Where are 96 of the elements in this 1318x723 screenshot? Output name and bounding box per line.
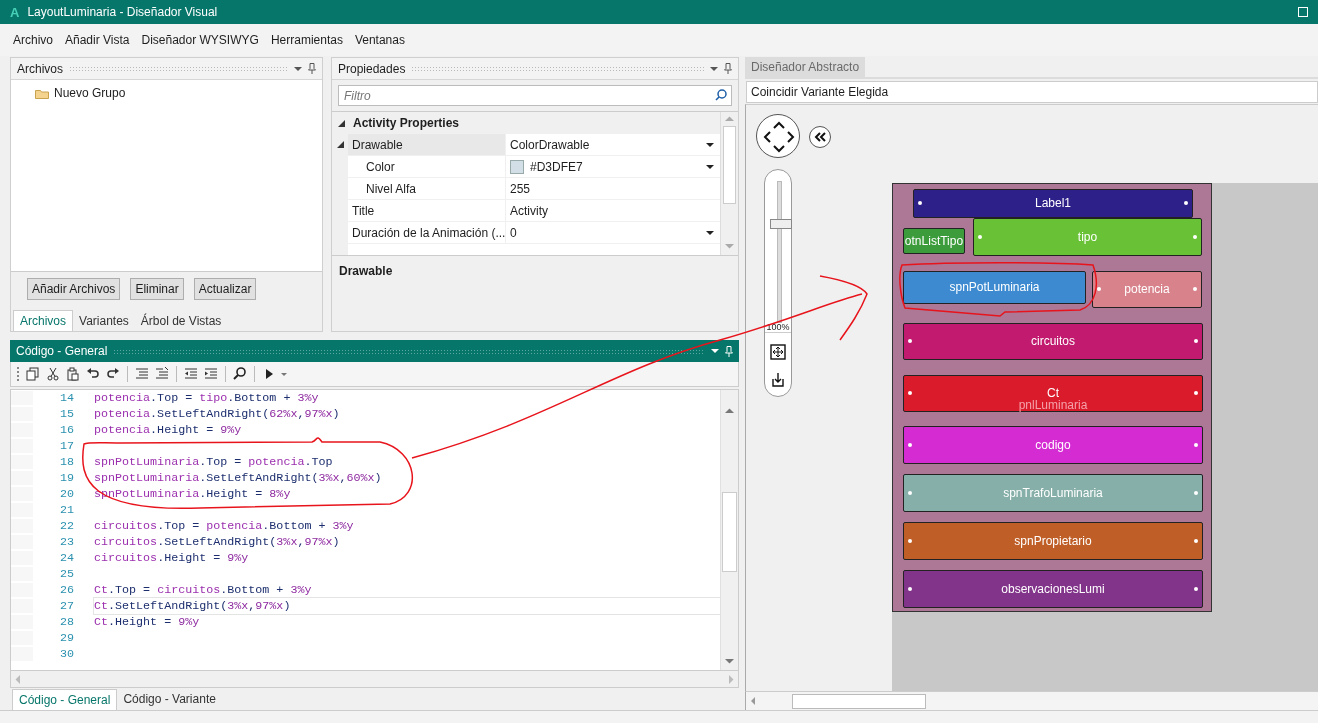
code-line: circuitos.SetLeftAndRight(3%x,97%x) (94, 534, 341, 550)
panel-tab[interactable]: Archivos (13, 310, 73, 331)
fit-view-icon (770, 343, 786, 360)
zoom-slider-thumb[interactable] (770, 218, 792, 229)
paste-icon (66, 367, 80, 381)
variant-field[interactable]: Coincidir Variante Elegida (746, 81, 1318, 103)
layout-widget[interactable]: circuitos (903, 322, 1203, 360)
fit-button[interactable] (770, 343, 786, 360)
code-line: spnPotLuminaria.Top = potencia.Top (94, 454, 334, 470)
layout-widget[interactable]: observacionesLumi (903, 569, 1203, 608)
zoom-reading: 100% (765, 321, 791, 333)
tree-item[interactable]: Nuevo Grupo (54, 86, 126, 100)
category-label: Activity Properties (353, 116, 460, 130)
panel-tab[interactable]: Árbol de Vistas (134, 311, 228, 331)
scroll-down-icon (725, 658, 734, 664)
copy-button[interactable] (25, 366, 41, 382)
scroll-right-icon (728, 674, 734, 684)
dropdown-icon (710, 65, 718, 72)
comment-lines-icon (135, 367, 149, 381)
property-name[interactable]: Duración de la Animación (... (348, 222, 506, 243)
indent-button[interactable] (203, 366, 219, 382)
editor-tab[interactable]: Código - General (12, 688, 118, 710)
menu-item[interactable]: Herramientas (264, 29, 349, 51)
double-chevron-icon (814, 131, 826, 142)
scroll-up-icon (725, 116, 734, 122)
layout-widget[interactable]: spnPropietario (903, 521, 1203, 560)
panel-name: pnlLuminaria (1017, 397, 1089, 412)
filter-field[interactable]: Filtro (338, 85, 732, 106)
outdent-button[interactable] (183, 366, 199, 382)
property-value[interactable]: Activity (510, 203, 720, 218)
scroll-up-icon (725, 408, 734, 414)
layout-widget[interactable]: Label1 (913, 188, 1193, 218)
panel-title: Código - General (16, 344, 108, 358)
export-button[interactable] (770, 371, 786, 388)
pin-icon (725, 345, 733, 357)
search-icon (233, 367, 247, 381)
scrollbar-thumb[interactable] (792, 693, 926, 709)
cut-button[interactable] (45, 366, 61, 382)
property-description: Drawable (338, 263, 394, 280)
editor-tab[interactable]: Código - Variante (117, 689, 222, 709)
app-logo: A (10, 4, 20, 20)
menu-item[interactable]: Archivo (7, 29, 59, 51)
code-line: Ct.SetLeftAndRight(3%x,97%x) (94, 598, 720, 614)
dropdown-icon (711, 348, 719, 354)
code-line: circuitos.Height = 9%y (94, 550, 250, 566)
collapse-button[interactable] (809, 125, 831, 148)
menu-item[interactable]: Diseñador WYSIWYG (135, 29, 265, 51)
dropdown-icon (294, 65, 302, 72)
code-line: spnPotLuminaria.SetLeftAndRight(3%x,60%x) (94, 470, 383, 486)
uncomment-lines-button[interactable] (154, 366, 170, 382)
panel-title: Propiedades (338, 61, 406, 76)
paste-button[interactable] (65, 366, 81, 382)
window-title: LayoutLuminaria - Diseñador Visual (27, 5, 219, 19)
search-button[interactable] (232, 366, 248, 382)
menu-item[interactable]: Añadir Vista (59, 29, 136, 51)
panel-title: Archivos (17, 61, 63, 76)
redo-icon (106, 367, 120, 381)
dropdown-icon (281, 371, 287, 377)
menu-item[interactable]: Ventanas (348, 29, 411, 51)
property-name[interactable]: Title (348, 200, 506, 221)
panel-tab[interactable]: Variantes (73, 311, 135, 331)
copy-icon (26, 367, 40, 381)
code-line: circuitos.Top = potencia.Bottom + 3%y (94, 518, 355, 534)
download-icon (770, 371, 786, 388)
property-value[interactable]: #D3DFE7 (530, 159, 700, 174)
folder-icon (35, 87, 49, 99)
panel-button[interactable]: Actualizar (193, 278, 257, 300)
layout-widget[interactable]: codigo (903, 425, 1203, 464)
code-line: Ct.Height = 9%y (94, 614, 201, 630)
layout-widget[interactable]: spnPotLuminaria (903, 270, 1086, 304)
undo-icon (86, 367, 100, 381)
scrollbar-thumb[interactable] (723, 126, 736, 204)
code-line: potencia.SetLeftAndRight(62%x,97%x) (94, 406, 341, 422)
search-icon (715, 89, 727, 101)
cut-icon (46, 367, 60, 381)
comment-lines-button[interactable] (134, 366, 150, 382)
uncomment-lines-icon (155, 367, 169, 381)
maximize-icon (1298, 7, 1308, 17)
pin-icon (308, 63, 316, 74)
scrollbar-thumb[interactable] (722, 492, 737, 572)
pan-control[interactable] (756, 113, 800, 158)
outdent-icon (184, 367, 198, 381)
property-value[interactable]: 255 (510, 181, 720, 196)
pin-icon (724, 63, 732, 74)
panel-button[interactable]: Eliminar (130, 278, 184, 300)
property-name[interactable]: Drawable (348, 134, 506, 155)
indent-icon (204, 367, 218, 381)
property-value[interactable]: 0 (510, 225, 700, 240)
property-value[interactable]: ColorDrawable (510, 137, 700, 152)
code-line: potencia.Height = 9%y (94, 422, 243, 438)
panel-button[interactable]: Añadir Archivos (27, 278, 121, 300)
scroll-down-icon (725, 243, 734, 249)
scroll-left-icon (15, 674, 21, 684)
code-line: Ct.Top = circuitos.Bottom + 3%y (94, 582, 313, 598)
code-line: potencia.Top = tipo.Bottom + 3%y (94, 390, 320, 406)
designer-tab[interactable]: Diseñador Abstracto (745, 57, 866, 77)
